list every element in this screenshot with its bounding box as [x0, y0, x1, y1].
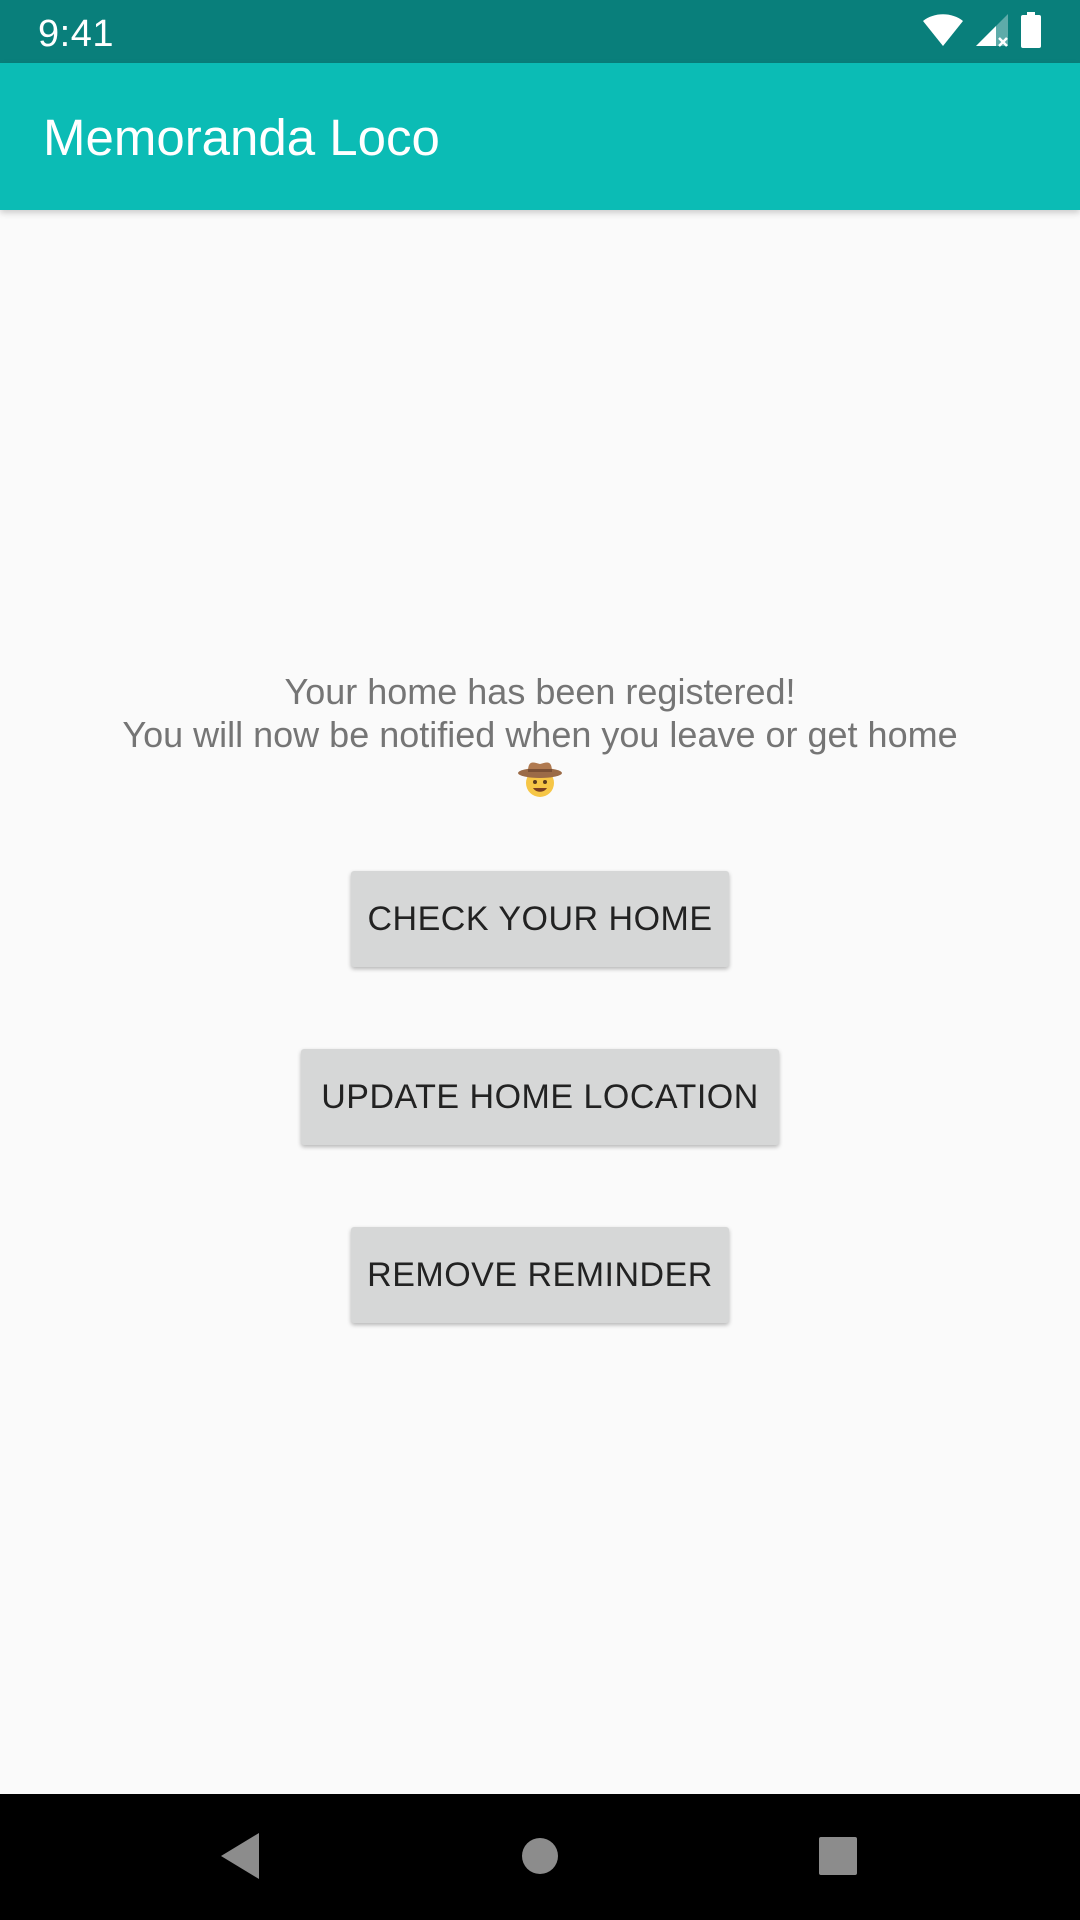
navigation-bar	[0, 1794, 1080, 1920]
message-line-2: You will now be notified when you leave …	[122, 714, 958, 755]
main-content: Your home has been registered! You will …	[0, 210, 1080, 1794]
status-icons	[922, 11, 1042, 53]
app-title: Memoranda Loco	[43, 109, 440, 166]
recents-icon	[818, 1836, 858, 1881]
status-bar: 9:41	[0, 0, 1080, 63]
wifi-icon	[922, 12, 964, 53]
check-your-home-button[interactable]: CHECK YOUR HOME	[351, 871, 729, 967]
back-icon	[217, 1831, 261, 1886]
cell-signal-icon	[974, 12, 1010, 53]
emoji-line	[0, 756, 1080, 811]
home-button[interactable]	[512, 1830, 568, 1886]
app-bar: Memoranda Loco	[0, 63, 1080, 210]
message-line-1: Your home has been registered!	[284, 671, 796, 712]
registration-message: Your home has been registered! You will …	[0, 670, 1080, 811]
status-time: 9:41	[38, 13, 114, 55]
update-home-location-button[interactable]: UPDATE HOME LOCATION	[301, 1049, 779, 1145]
cowboy-hat-face-icon	[517, 756, 563, 802]
battery-icon	[1020, 11, 1042, 53]
home-icon	[520, 1836, 560, 1881]
recents-button[interactable]	[810, 1830, 866, 1886]
remove-reminder-button[interactable]: REMOVE REMINDER	[351, 1227, 729, 1323]
back-button[interactable]	[211, 1830, 267, 1886]
app-screen: 9:41 Memoranda Loco Your home has been r…	[0, 0, 1080, 1920]
